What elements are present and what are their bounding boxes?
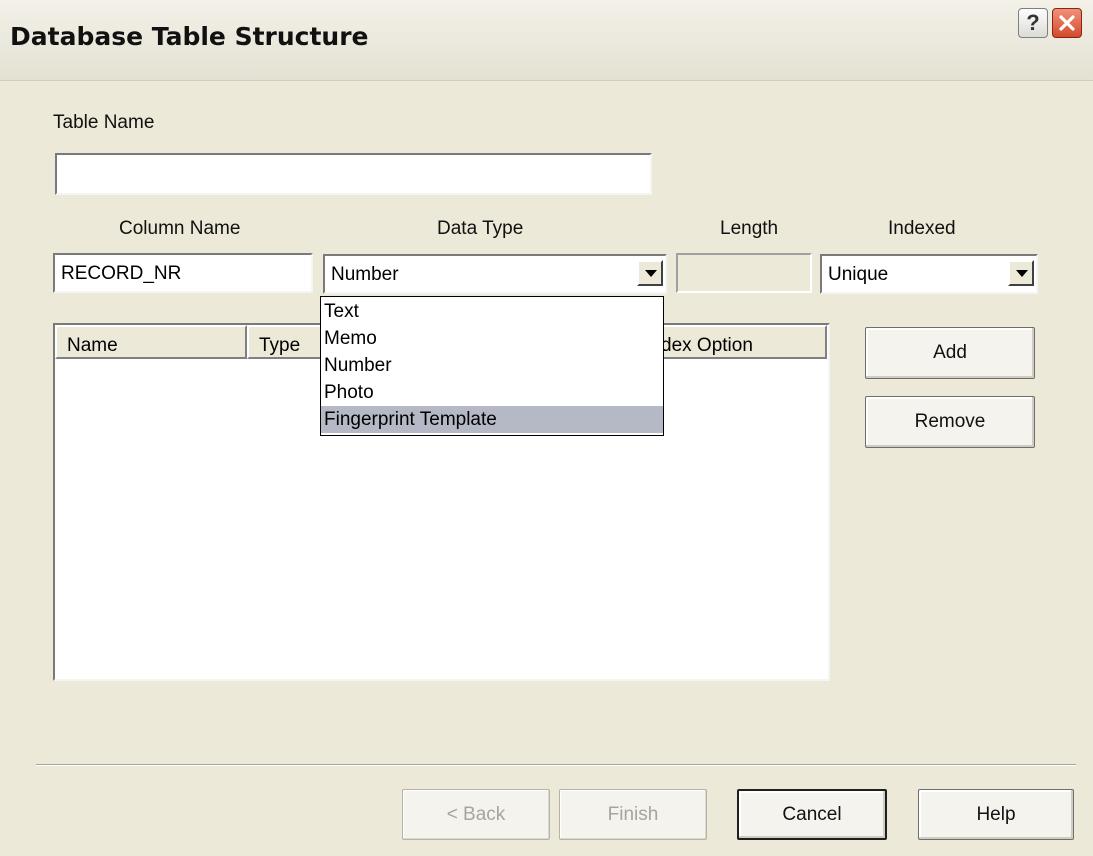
dropdown-option-text-label: Text — [324, 301, 359, 322]
finish-button-label: Finish — [607, 803, 659, 825]
column-name-value: RECORD_NR — [61, 263, 182, 284]
column-header-type-label: Type — [259, 335, 301, 356]
remove-button[interactable]: Remove — [865, 396, 1035, 448]
remove-button-label: Remove — [914, 411, 986, 432]
title-bar: Database Table Structure ? — [0, 0, 1093, 81]
cancel-button-label: Cancel — [782, 803, 842, 825]
dropdown-option-text[interactable]: Text — [321, 298, 663, 325]
cancel-button[interactable]: Cancel — [737, 789, 887, 840]
length-input — [676, 253, 812, 293]
close-button[interactable] — [1052, 8, 1082, 38]
data-type-label: Data Type — [437, 218, 524, 239]
dropdown-option-number[interactable]: Number — [321, 352, 663, 379]
footer-separator — [36, 764, 1076, 766]
indexed-selected-value: Unique — [828, 264, 889, 285]
indexed-dropdown-arrow[interactable] — [1008, 260, 1034, 286]
dropdown-option-photo-label: Photo — [324, 382, 374, 403]
back-button[interactable]: < Back — [402, 789, 550, 840]
column-header-name-label: Name — [67, 335, 118, 356]
help-button[interactable]: Help — [918, 789, 1074, 840]
add-button-label: Add — [933, 342, 967, 363]
column-header-index-option-label: dex Option — [661, 335, 753, 356]
dropdown-option-fingerprint-template[interactable]: Fingerprint Template — [321, 406, 663, 433]
indexed-label: Indexed — [888, 218, 956, 239]
table-name-input[interactable] — [55, 153, 652, 195]
help-icon: ? — [1026, 10, 1040, 35]
column-name-input[interactable]: RECORD_NR — [53, 253, 313, 293]
help-title-button[interactable]: ? — [1018, 8, 1048, 38]
help-button-label: Help — [976, 803, 1016, 825]
indexed-select[interactable]: Unique — [820, 254, 1038, 294]
dropdown-option-memo[interactable]: Memo — [321, 325, 663, 352]
data-type-dropdown-arrow[interactable] — [637, 260, 663, 286]
back-button-label: < Back — [446, 803, 506, 825]
finish-button[interactable]: Finish — [559, 789, 707, 840]
close-icon — [1059, 15, 1075, 31]
length-label: Length — [720, 218, 779, 239]
data-type-selected-value: Number — [331, 264, 399, 285]
dropdown-option-fingerprint-template-label: Fingerprint Template — [324, 409, 497, 430]
dropdown-option-number-label: Number — [324, 355, 392, 376]
add-button[interactable]: Add — [865, 327, 1035, 379]
data-type-dropdown-list[interactable]: Text Memo Number Photo Fingerprint Templ… — [320, 296, 664, 436]
window-title: Database Table Structure — [10, 22, 369, 51]
data-type-select[interactable]: Number — [323, 254, 667, 294]
column-name-label: Column Name — [119, 218, 241, 239]
table-name-label: Table Name — [53, 112, 155, 133]
column-header-name[interactable]: Name — [55, 325, 247, 359]
dropdown-option-photo[interactable]: Photo — [321, 379, 663, 406]
dropdown-option-memo-label: Memo — [324, 328, 377, 349]
